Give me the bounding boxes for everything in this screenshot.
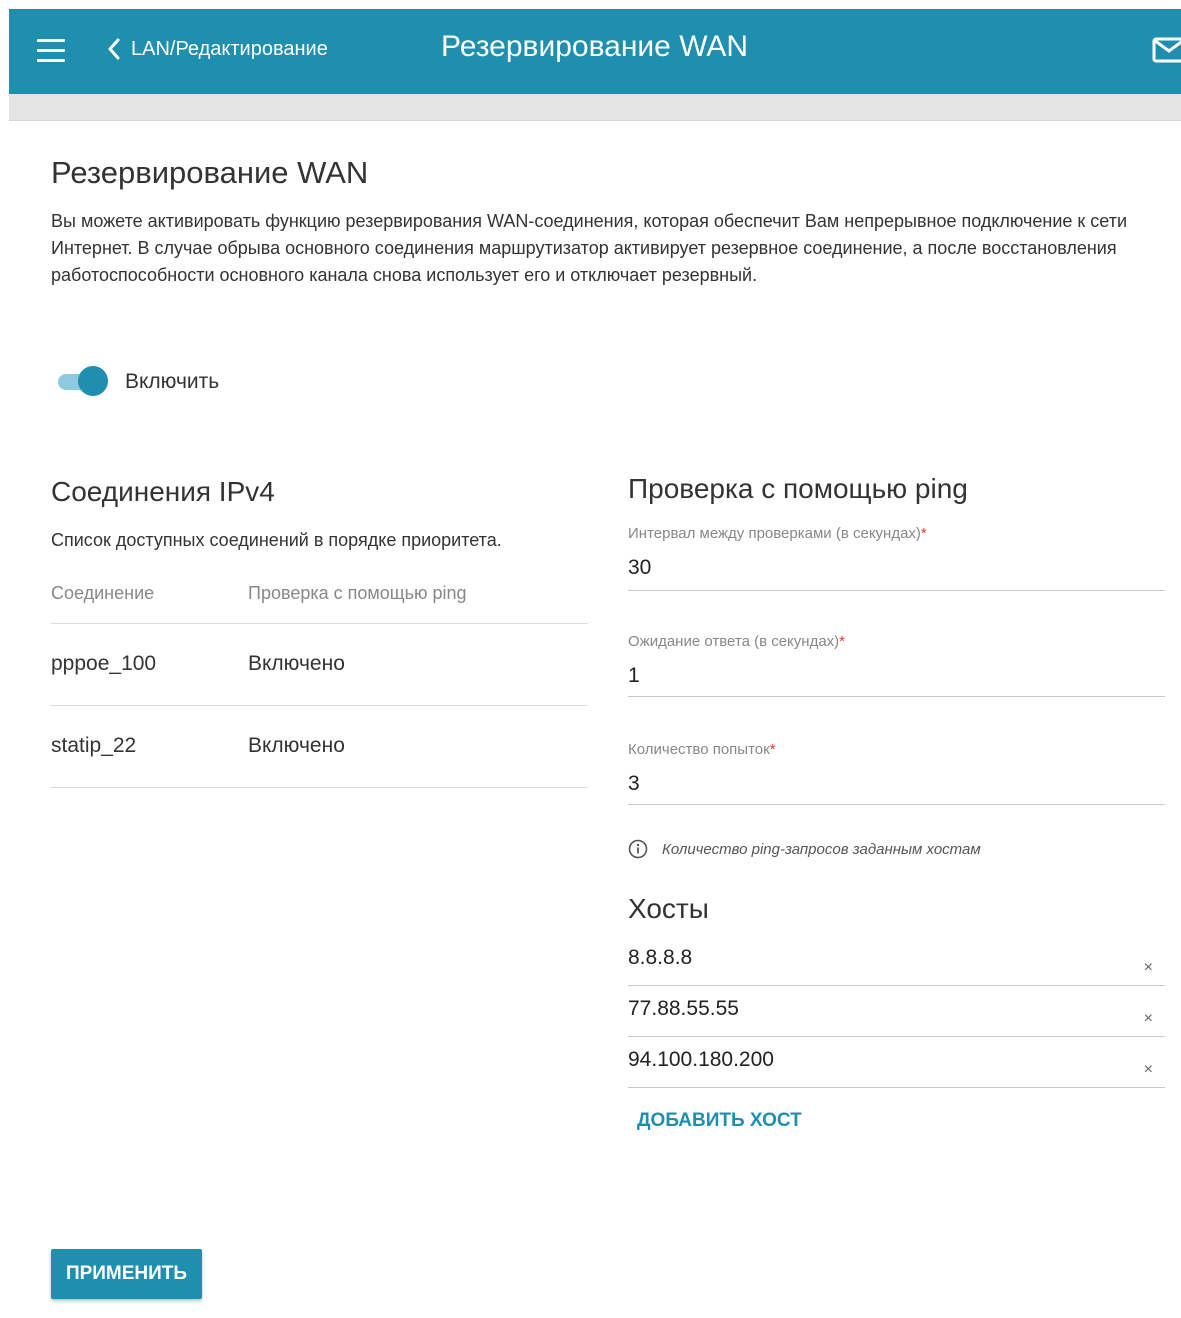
table-row[interactable]: statip_22 Включено [51, 705, 588, 788]
main-content: Резервирование WAN Вы можете активироват… [0, 121, 1181, 1318]
interval-input[interactable] [628, 552, 1165, 584]
host-input[interactable] [628, 1045, 1108, 1075]
host-input[interactable] [628, 994, 1108, 1024]
timeout-field: Ожидание ответа (в секундах)* [628, 633, 1165, 697]
chevron-left-icon [108, 38, 120, 60]
host-input[interactable] [628, 943, 1108, 973]
host-row: × [628, 986, 1165, 1037]
clear-icon[interactable]: × [1144, 1011, 1153, 1027]
info-icon [628, 839, 648, 859]
ping-title: Проверка с помощью ping [628, 473, 968, 504]
attempts-hint: Количество ping-запросов заданным хостам [628, 839, 1165, 859]
hosts-title: Хосты [628, 893, 709, 924]
required-marker: * [920, 525, 927, 542]
page-header-title: Резервирование WAN [441, 30, 749, 63]
enable-toggle-label[interactable]: Включить [125, 370, 219, 394]
attempts-input[interactable] [628, 768, 1165, 800]
apply-button[interactable]: ПРИМЕНИТЬ [51, 1249, 202, 1299]
clear-icon[interactable]: × [1144, 960, 1153, 976]
host-row: × [628, 1037, 1165, 1088]
page-description: Вы можете активировать функцию резервиро… [51, 211, 1128, 285]
interval-field: Интервал между проверками (в секундах)* [628, 525, 1165, 591]
connections-table: Соединение Проверка с помощью ping pppoe… [51, 583, 588, 788]
sub-bar [9, 94, 1181, 121]
breadcrumb: LAN/Редактирование [131, 37, 328, 60]
page-title: Резервирование WAN [51, 155, 369, 190]
add-host-button[interactable]: ДОБАВИТЬ ХОСТ [637, 1110, 802, 1132]
connections-description: Список доступных соединений в порядке пр… [51, 530, 502, 550]
connection-name: statip_22 [51, 705, 248, 788]
table-header-row: Соединение Проверка с помощью ping [51, 583, 588, 624]
interval-label: Интервал между проверками (в секундах)* [628, 525, 927, 542]
connections-section: Соединения IPv4 Список доступных соедине… [51, 476, 588, 788]
menu-icon[interactable] [37, 39, 65, 63]
column-header: Проверка с помощью ping [248, 583, 588, 624]
required-marker: * [769, 741, 776, 758]
hosts-list: × × × [628, 935, 1165, 1088]
clear-icon[interactable]: × [1144, 1062, 1153, 1078]
mail-icon[interactable] [1152, 37, 1181, 63]
attempts-label: Количество попыток* [628, 741, 776, 758]
ping-status: Включено [248, 623, 588, 706]
connections-title: Соединения IPv4 [51, 476, 275, 507]
top-bar: LAN/Редактирование Резервирование WAN [9, 9, 1181, 94]
ping-status: Включено [248, 705, 588, 788]
back-link[interactable]: LAN/Редактирование [107, 34, 328, 64]
column-header: Соединение [51, 583, 248, 624]
toggle-knob [78, 366, 108, 396]
ping-section: Проверка с помощью ping Интервал между п… [628, 473, 1165, 1132]
enable-toggle[interactable] [56, 366, 108, 396]
hint-text: Количество ping-запросов заданным хостам [662, 840, 981, 858]
timeout-label: Ожидание ответа (в секундах)* [628, 633, 846, 650]
required-marker: * [839, 633, 846, 650]
connection-name: pppoe_100 [51, 623, 248, 706]
host-row: × [628, 935, 1165, 986]
timeout-input[interactable] [628, 660, 1165, 692]
attempts-field: Количество попыток* [628, 741, 1165, 805]
table-row[interactable]: pppoe_100 Включено [51, 623, 588, 706]
